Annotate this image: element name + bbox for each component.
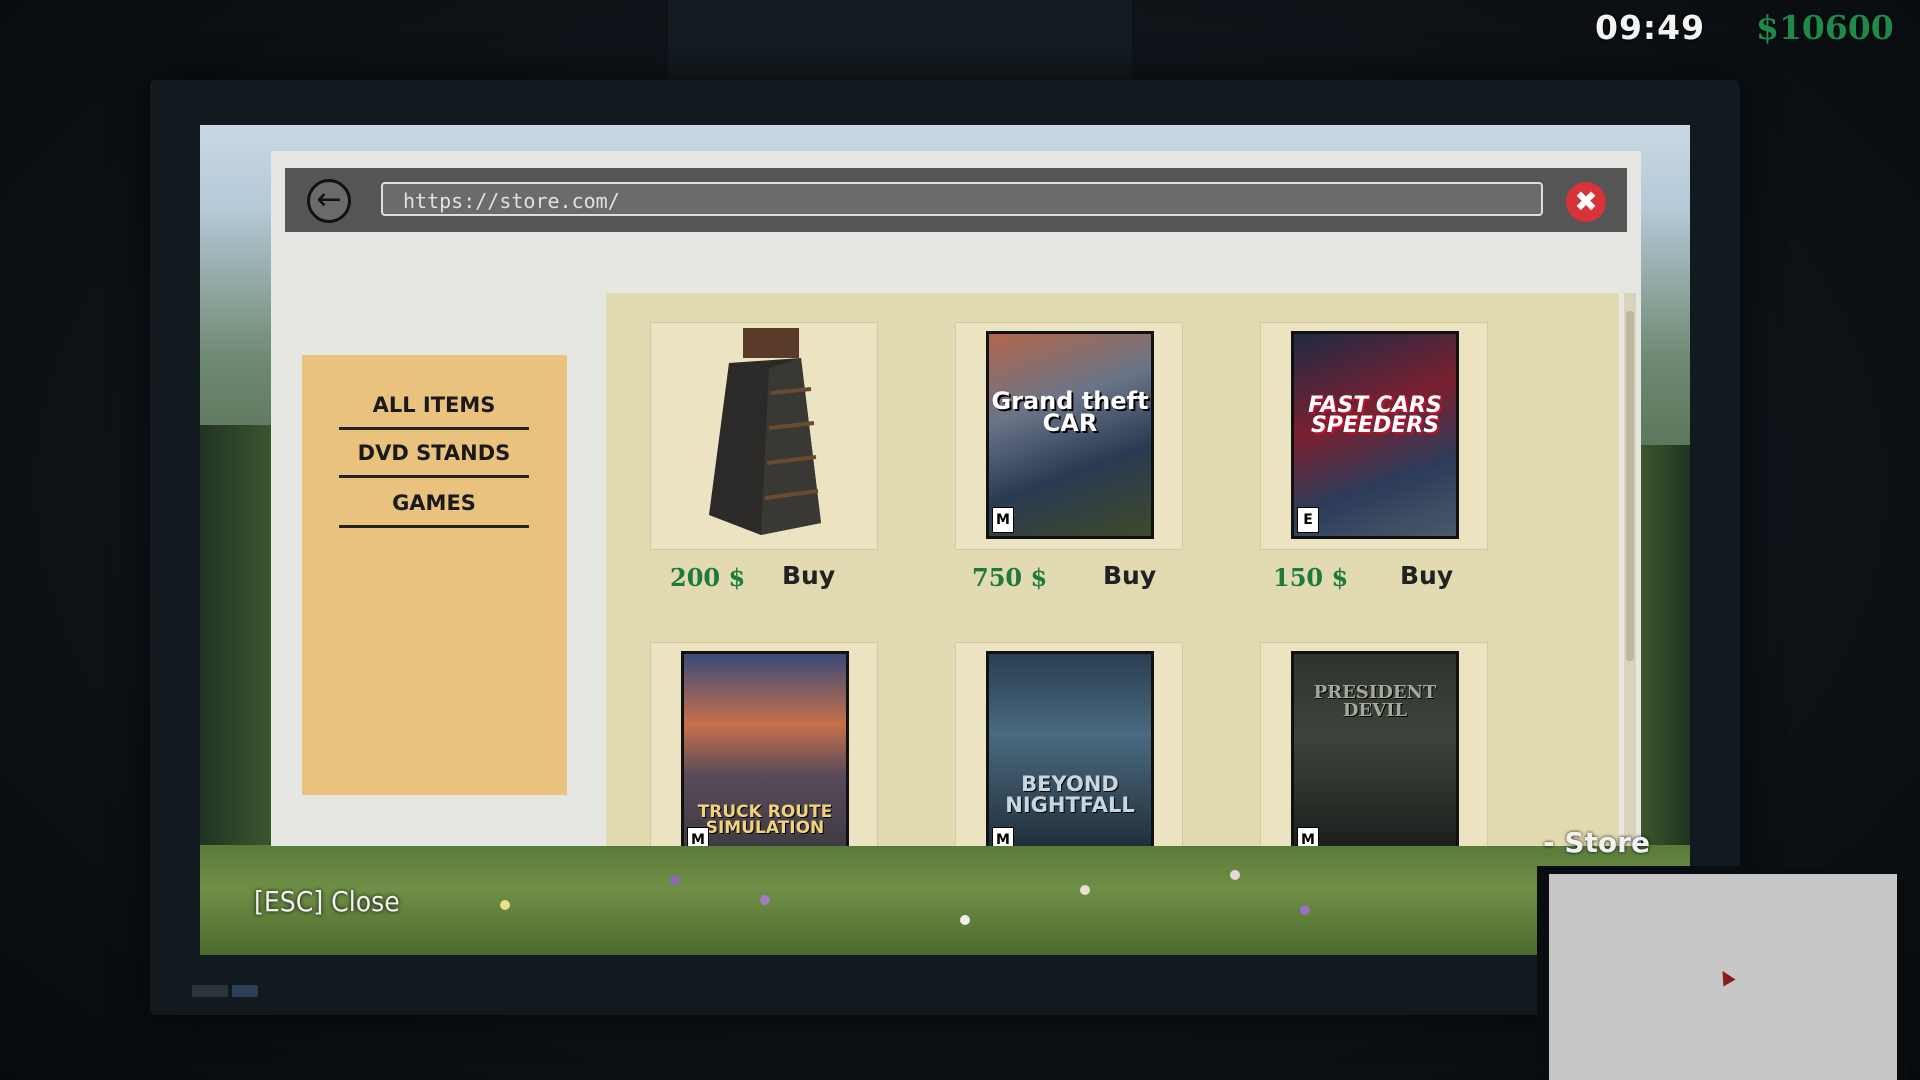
- category-games[interactable]: GAMES: [339, 491, 529, 528]
- cover-title: Grand theft CAR: [991, 387, 1149, 437]
- monitor-screen: [ESC] Close ← https://store.com/ ✖ ALL I…: [200, 125, 1690, 955]
- product-card[interactable]: [650, 322, 878, 550]
- arrow-left-icon: ←: [316, 182, 342, 217]
- buy-button[interactable]: Buy: [782, 561, 835, 590]
- rating-badge: M: [992, 507, 1014, 533]
- rating-badge: E: [1297, 507, 1319, 533]
- category-all-items[interactable]: ALL ITEMS: [339, 393, 529, 430]
- cover-title: BEYOND NIGHTFALL: [1005, 772, 1135, 817]
- location-label: - Store: [1543, 826, 1650, 859]
- player-marker-icon: [1716, 967, 1736, 987]
- category-dvd-stands[interactable]: DVD STANDS: [339, 441, 529, 478]
- truck-route-simulation-cover: TRUCK ROUTE SIMULATION M: [681, 651, 849, 846]
- rating-badge: M: [1297, 827, 1319, 846]
- fast-cars-speeders-cover: FAST CARS SPEEDERS E: [1291, 331, 1459, 539]
- minimap-area: [1549, 874, 1897, 1080]
- cover-title: FAST CARS SPEEDERS: [1308, 393, 1442, 438]
- close-button[interactable]: ✖: [1566, 182, 1606, 222]
- rating-badge: M: [687, 827, 709, 846]
- product-card[interactable]: Grand theft CAR M: [955, 322, 1183, 550]
- minimap: [1537, 866, 1909, 1080]
- browser-toolbar: ← https://store.com/ ✖: [285, 168, 1627, 232]
- close-icon: ✖: [1574, 185, 1598, 218]
- monitor-power-led: [232, 985, 258, 997]
- money-balance: $10600: [1756, 8, 1894, 47]
- category-sidebar: ALL ITEMS DVD STANDS GAMES: [302, 355, 567, 795]
- monitor-stand: [668, 0, 1132, 82]
- product-card[interactable]: PRESIDENT DEVIL M: [1260, 642, 1488, 846]
- browser-window: ← https://store.com/ ✖ ALL ITEMS DVD STA…: [271, 151, 1641, 846]
- product-card[interactable]: TRUCK ROUTE SIMULATION M: [650, 642, 878, 846]
- product-card[interactable]: BEYOND NIGHTFALL M: [955, 642, 1183, 846]
- buy-button[interactable]: Buy: [1400, 561, 1453, 590]
- esc-close-hint: [ESC] Close: [254, 885, 400, 918]
- president-devil-cover: PRESIDENT DEVIL M: [1291, 651, 1459, 846]
- scrollbar-thumb[interactable]: [1626, 311, 1634, 661]
- cover-title: PRESIDENT DEVIL: [1313, 682, 1437, 721]
- product-price: 200 $: [670, 563, 746, 592]
- product-price: 750 $: [972, 563, 1048, 592]
- back-button[interactable]: ←: [307, 179, 351, 223]
- dvd-stand-image: [709, 328, 821, 535]
- background-trees: [200, 425, 280, 845]
- monitor-button: [192, 985, 228, 997]
- grand-theft-car-cover: Grand theft CAR M: [986, 331, 1154, 539]
- product-price: 150 $: [1273, 563, 1349, 592]
- product-card[interactable]: FAST CARS SPEEDERS E: [1260, 322, 1488, 550]
- buy-button[interactable]: Buy: [1103, 561, 1156, 590]
- background-meadow: [200, 845, 1690, 955]
- clock: 09:49: [1595, 8, 1706, 47]
- beyond-nightfall-cover: BEYOND NIGHTFALL M: [986, 651, 1154, 846]
- rating-badge: M: [992, 827, 1014, 846]
- product-grid: Grand theft CAR M FAST CARS SPEEDERS E 2…: [606, 293, 1619, 846]
- address-bar[interactable]: https://store.com/: [381, 182, 1543, 216]
